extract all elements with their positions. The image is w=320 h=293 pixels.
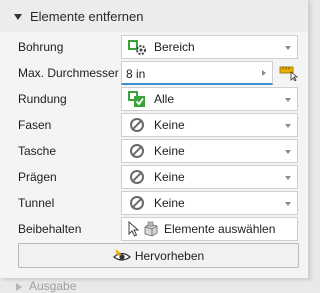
section-title: Elemente entfernen: [30, 8, 144, 24]
fasen-value: Keine: [154, 118, 185, 132]
tasche-dropdown[interactable]: Keine: [121, 139, 298, 163]
bohrung-label: Bohrung: [18, 40, 64, 54]
select-body-icon: [143, 221, 159, 237]
row-rundung: Rundung Alle: [0, 87, 308, 111]
max-durchmesser-input[interactable]: 8 in: [121, 61, 273, 85]
section-header-output[interactable]: Ausgabe: [14, 279, 76, 293]
row-fasen: Fasen Keine: [0, 113, 308, 137]
praegen-value: Keine: [154, 170, 185, 184]
tunnel-value: Keine: [154, 196, 185, 210]
remove-features-panel: Elemente entfernen Bohrung Bereich Max. …: [0, 0, 309, 278]
rundung-value: Alle: [154, 92, 175, 106]
none-icon: [126, 114, 148, 136]
select-features-field[interactable]: Elemente auswählen: [121, 217, 298, 241]
chevron-down-icon[interactable]: [285, 202, 291, 206]
none-icon: [126, 192, 148, 214]
section-header-remove-features[interactable]: Elemente entfernen: [0, 0, 308, 32]
expand-arrow-icon[interactable]: [262, 70, 266, 76]
rundung-label: Rundung: [18, 92, 67, 106]
expand-triangle-icon[interactable]: [16, 283, 22, 291]
beibehalten-label: Beibehalten: [18, 222, 82, 236]
tasche-label: Tasche: [18, 144, 57, 158]
select-features-text: Elemente auswählen: [164, 222, 276, 236]
chevron-down-icon[interactable]: [285, 98, 291, 102]
row-bohrung: Bohrung Bereich: [0, 35, 308, 59]
tunnel-label: Tunnel: [18, 196, 55, 210]
measure-icon[interactable]: [279, 65, 299, 82]
tasche-value: Keine: [154, 144, 185, 158]
output-section-title: Ausgabe: [29, 279, 77, 293]
tunnel-dropdown[interactable]: Keine: [121, 191, 298, 215]
fasen-label: Fasen: [18, 118, 52, 132]
chevron-down-icon[interactable]: [285, 150, 291, 154]
none-icon: [126, 140, 148, 162]
chevron-down-icon[interactable]: [285, 46, 291, 50]
praegen-dropdown[interactable]: Keine: [121, 165, 298, 189]
row-tasche: Tasche Keine: [0, 139, 308, 163]
row-max-durchmesser: Max. Durchmesser 8 in: [0, 61, 308, 85]
highlight-button-label: Hervorheben: [134, 248, 205, 263]
select-cursor-icon: [128, 221, 140, 237]
all-fillets-icon: [126, 88, 148, 110]
max-durchmesser-label: Max. Durchmesser: [18, 66, 119, 80]
fasen-dropdown[interactable]: Keine: [121, 113, 298, 137]
eye-highlight-icon: [112, 248, 131, 263]
max-durchmesser-value[interactable]: 8 in: [126, 67, 145, 81]
highlight-button[interactable]: Hervorheben: [18, 243, 299, 268]
praegen-label: Prägen: [18, 170, 57, 184]
row-praegen: Prägen Keine: [0, 165, 308, 189]
none-icon: [126, 166, 148, 188]
chevron-down-icon[interactable]: [285, 176, 291, 180]
row-beibehalten: Beibehalten Elemente auswählen: [0, 217, 308, 241]
chevron-down-icon[interactable]: [285, 124, 291, 128]
hole-range-icon: [126, 36, 148, 58]
bohrung-dropdown[interactable]: Bereich: [121, 35, 298, 59]
rundung-dropdown[interactable]: Alle: [121, 87, 298, 111]
bohrung-value: Bereich: [154, 40, 195, 54]
row-tunnel: Tunnel Keine: [0, 191, 308, 215]
collapse-triangle-icon[interactable]: [14, 13, 22, 20]
